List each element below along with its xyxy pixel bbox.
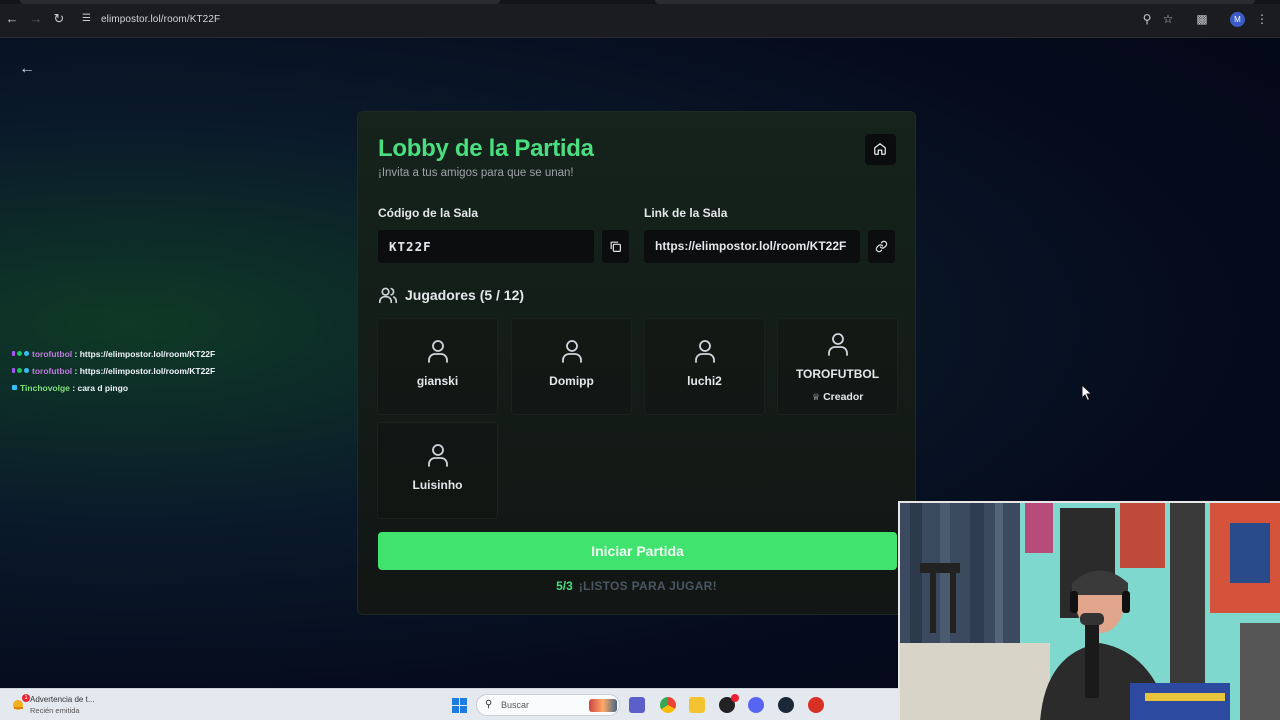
players-title: Jugadores (5 / 12) <box>405 287 525 303</box>
chat-message: torofutbol : https://elimpostor.lol/room… <box>12 362 215 379</box>
search-highlight-icon <box>589 699 617 712</box>
ready-status: 5/3 ¡LISTOS PARA JUGAR! <box>358 579 915 593</box>
app-icon[interactable] <box>808 697 824 713</box>
link-icon <box>875 240 888 253</box>
player-card: Domipp <box>511 318 632 415</box>
chat-username: torofutbol <box>32 365 73 376</box>
search-placeholder: Buscar <box>501 700 530 710</box>
notification-subtitle: Recién emitida <box>30 706 80 715</box>
user-icon <box>428 340 448 363</box>
tab-strip <box>0 0 1280 4</box>
player-card: gianski <box>377 318 498 415</box>
chat-message: Tinchovolge : cara d pingo <box>12 379 215 396</box>
start-game-button[interactable]: Iniciar Partida <box>378 532 897 570</box>
player-card: Luisinho <box>377 422 498 519</box>
room-code-label: Código de la Sala <box>378 206 479 220</box>
reload-icon[interactable]: ↻ <box>51 11 67 27</box>
copy-link-button[interactable] <box>868 230 895 263</box>
webcam-overlay <box>898 501 1280 720</box>
user-icon <box>562 340 582 363</box>
chat-badges <box>12 368 29 373</box>
player-name: Domipp <box>549 374 594 388</box>
notification-area[interactable]: 1 <box>10 694 32 716</box>
home-icon <box>874 143 886 155</box>
bookmark-star-icon[interactable]: ☆ <box>1160 11 1176 27</box>
player-name: TOROFUTBOL <box>795 367 880 381</box>
browser-toolbar: ← → ↻ ☰ elimpostor.lol/room/KT22F ⚲ ☆ ▩ … <box>0 0 1280 38</box>
windows-start-icon[interactable] <box>452 698 467 713</box>
zoom-icon[interactable]: ⚲ <box>1139 11 1155 27</box>
user-icon <box>428 444 448 467</box>
chat-text: : https://elimpostor.lol/room/KT22F <box>74 348 216 359</box>
menu-icon[interactable]: ⋮ <box>1254 11 1270 27</box>
room-link-label: Link de la Sala <box>644 206 728 220</box>
webcam-feed-image <box>900 503 1280 720</box>
profile-avatar[interactable]: M <box>1230 12 1245 27</box>
page-title: Lobby de la Partida <box>378 135 594 162</box>
crown-icon: ♕ <box>812 392 821 402</box>
room-link-field[interactable]: https://elimpostor.lol/room/KT22F <box>644 230 860 263</box>
taskbar-search[interactable]: ⚲ Buscar <box>476 694 620 716</box>
chat-message: torofutbol : https://elimpostor.lol/room… <box>12 345 215 362</box>
player-card-creator: TOROFUTBOL ♕ Creador <box>777 318 898 415</box>
search-icon: ⚲ <box>485 699 493 710</box>
page-subtitle: ¡Invita a tus amigos para que se unan! <box>378 167 574 179</box>
notification-badge: 1 <box>22 694 30 702</box>
mouse-cursor-icon <box>1081 384 1093 402</box>
chat-badges <box>12 385 17 390</box>
discord-icon[interactable] <box>748 697 764 713</box>
steam-icon[interactable] <box>778 697 794 713</box>
back-arrow-icon[interactable]: ← <box>18 60 36 78</box>
ready-text: ¡LISTOS PARA JUGAR! <box>578 579 717 593</box>
player-name: gianski <box>416 374 459 388</box>
notification-title: Advertencia de t... <box>30 695 95 704</box>
player-name: luchi2 <box>687 374 722 388</box>
chrome-icon[interactable] <box>660 697 676 713</box>
ready-count: 5/3 <box>556 579 573 593</box>
back-icon[interactable]: ← <box>4 11 20 27</box>
chat-text: : cara d pingo <box>72 382 129 393</box>
taskbar: 1 Advertencia de t... Recién emitida ⚲ B… <box>0 688 898 720</box>
home-button[interactable] <box>865 134 896 165</box>
forward-icon[interactable]: → <box>28 11 44 27</box>
address-bar[interactable]: elimpostor.lol/room/KT22F <box>101 14 220 25</box>
site-settings-icon[interactable]: ☰ <box>82 13 94 25</box>
player-card: luchi2 <box>644 318 765 415</box>
copy-code-button[interactable] <box>602 230 629 263</box>
chat-username: Tinchovolge <box>20 382 70 393</box>
user-icon <box>828 333 848 356</box>
app-badge-dot <box>731 694 739 702</box>
teams-icon[interactable] <box>629 697 645 713</box>
chat-text: : https://elimpostor.lol/room/KT22F <box>74 365 216 376</box>
extensions-icon[interactable]: ▩ <box>1194 11 1210 27</box>
player-name: Luisinho <box>412 478 463 492</box>
copy-icon <box>610 241 621 252</box>
lobby-card: Lobby de la Partida ¡Invita a tus amigos… <box>357 111 916 615</box>
chat-badges <box>12 351 29 356</box>
file-explorer-icon[interactable] <box>689 697 705 713</box>
app-icon[interactable] <box>719 694 739 713</box>
chat-username: torofutbol <box>32 348 73 359</box>
creator-badge: ♕ Creador <box>808 388 867 406</box>
users-icon <box>379 287 398 304</box>
creator-badge-label: Creador <box>823 391 864 403</box>
room-code-field[interactable]: KT22F <box>378 230 594 263</box>
stream-chat-overlay: torofutbol : https://elimpostor.lol/room… <box>12 345 215 396</box>
user-icon <box>695 340 715 363</box>
